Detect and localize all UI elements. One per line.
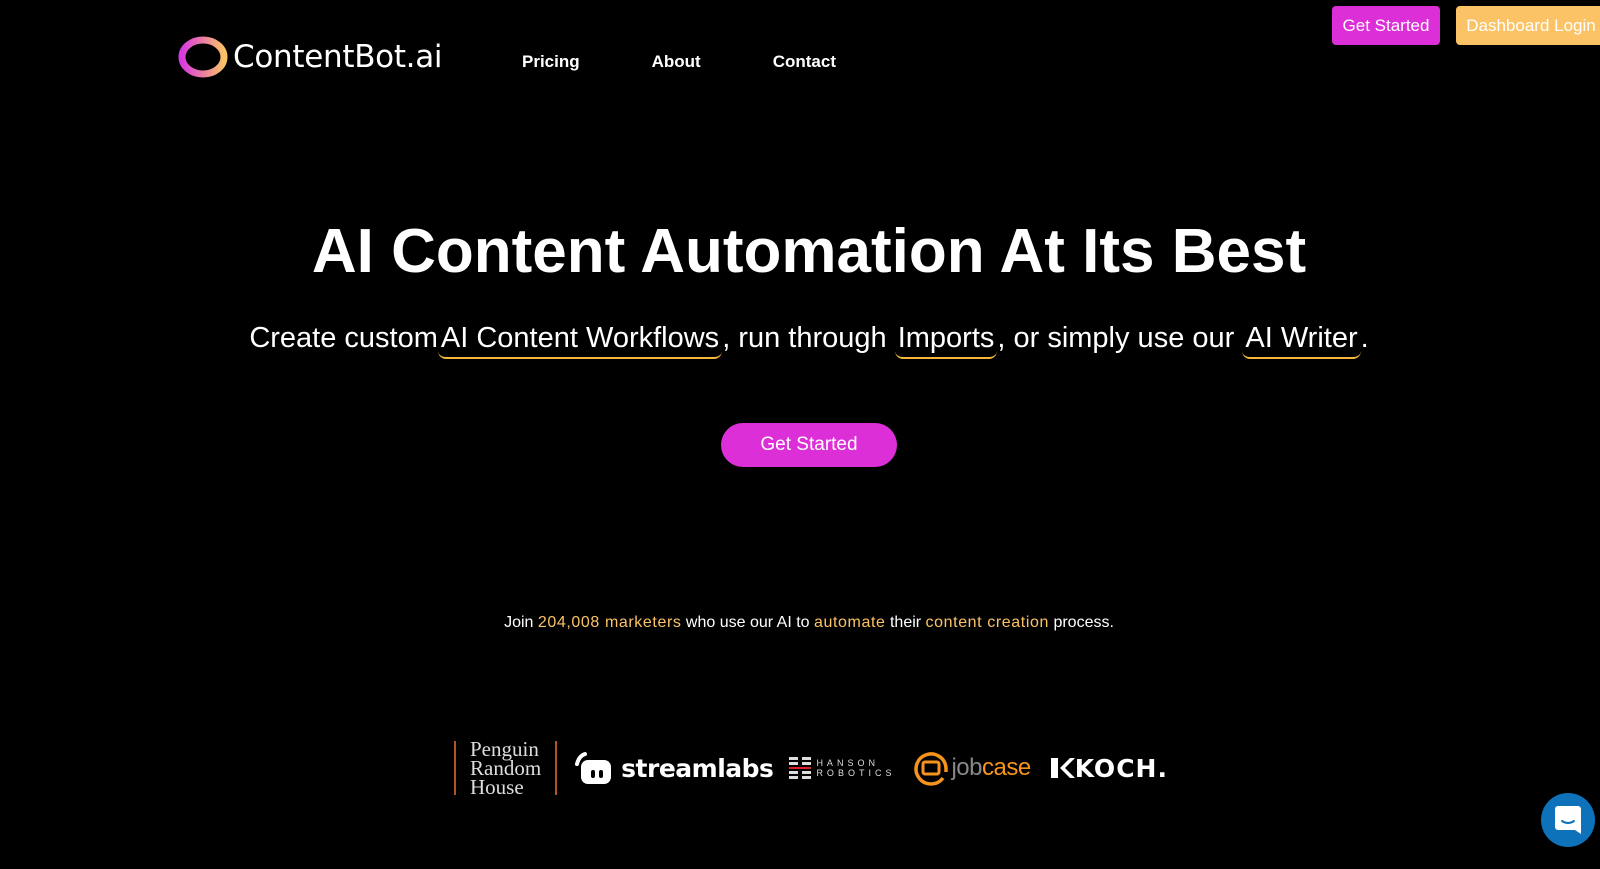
sp-text: who use our AI to <box>681 614 815 631</box>
sp-highlight: automate <box>814 614 886 631</box>
nav-about[interactable]: About <box>652 52 701 72</box>
link-ai-writer[interactable]: AI Writer <box>1242 322 1361 359</box>
main-nav: Pricing About Contact <box>522 52 908 72</box>
koch-icon <box>1050 758 1075 778</box>
streamlabs-icon <box>575 752 612 784</box>
sub-prefix: Create custom <box>249 322 438 354</box>
nav-contact[interactable]: Contact <box>773 52 836 72</box>
sp-text: their <box>885 614 926 631</box>
link-imports[interactable]: Imports <box>894 322 998 359</box>
client-logos: Penguin Random House streamlabs HANSON ROBO… <box>454 738 1168 797</box>
logo-text: ContentBot.ai <box>233 39 443 75</box>
social-proof-text: Join 204,008 marketers who use our AI to… <box>0 614 1600 632</box>
dashboard-login-button[interactable]: Dashboard Login <box>1456 6 1600 45</box>
jobcase-icon <box>914 752 949 786</box>
logo-streamlabs: streamlabs <box>573 750 774 786</box>
sub-suffix: . <box>1360 322 1369 354</box>
link-ai-content-workflows[interactable]: AI Content Workflows <box>437 322 723 359</box>
sub-mid2: , or simply use our <box>997 322 1243 354</box>
nav-pricing[interactable]: Pricing <box>522 52 580 72</box>
logo-koch: KOCH. <box>1050 754 1168 783</box>
logo-ring-icon <box>178 36 228 78</box>
sub-mid1: , run through <box>722 322 895 354</box>
logo-hanson-robotics: HANSON ROBOTICS <box>789 757 895 779</box>
logo[interactable]: ContentBot.ai <box>178 36 443 78</box>
sp-text: process. <box>1049 614 1114 631</box>
hero-subtitle: Create custom AI Content Workflows, run t… <box>0 322 1600 359</box>
chat-icon <box>1555 806 1581 834</box>
hero-title: AI Content Automation At Its Best <box>311 217 1307 286</box>
hero-get-started-button[interactable]: Get Started <box>721 423 897 467</box>
header-get-started-button[interactable]: Get Started <box>1332 6 1440 45</box>
hanson-icon <box>789 757 812 779</box>
chat-launcher-button[interactable] <box>1541 793 1595 847</box>
sp-text: Join <box>504 614 538 631</box>
logo-penguin-random-house: Penguin Random House <box>454 738 558 797</box>
sp-highlight: content creation <box>925 614 1049 631</box>
logo-jobcase: jobcase <box>913 750 1031 786</box>
marketer-count: 204,008 marketers <box>537 614 682 631</box>
